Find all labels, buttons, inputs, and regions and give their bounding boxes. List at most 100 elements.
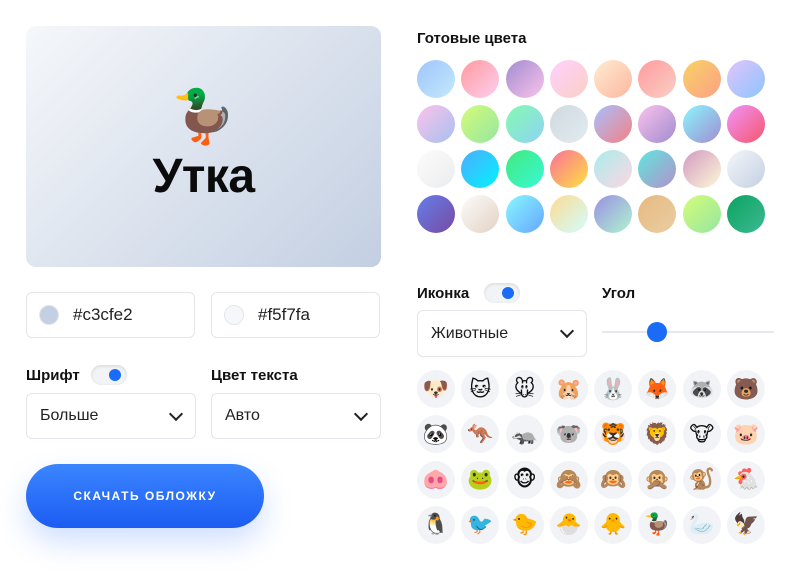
font-toggle[interactable] xyxy=(91,365,127,385)
icon-toggle[interactable] xyxy=(484,283,520,303)
gradient-swatch[interactable] xyxy=(682,195,721,233)
toggle-knob xyxy=(109,369,121,381)
preview-title: Утка xyxy=(152,150,255,203)
gradient-swatch[interactable] xyxy=(727,195,766,233)
gradient-swatch[interactable] xyxy=(417,105,455,143)
gradient-swatch[interactable] xyxy=(549,195,588,233)
animal-icon-button[interactable]: 🐶 xyxy=(417,370,455,408)
slider-thumb[interactable] xyxy=(647,322,668,342)
animal-icon-button[interactable]: 🦊 xyxy=(638,370,677,408)
animal-icon: 🦅 xyxy=(733,513,760,537)
animal-icon: 🐯 xyxy=(600,422,627,446)
color-swatch-2[interactable] xyxy=(224,305,244,325)
gradient-swatch[interactable] xyxy=(727,150,766,188)
color-input-1[interactable] xyxy=(71,304,185,326)
animal-icon-button[interactable]: 🐷 xyxy=(727,415,766,454)
animal-icon-button[interactable]: 🦁 xyxy=(638,415,677,454)
animal-icon-button[interactable]: 🙊 xyxy=(638,460,677,499)
animal-icon-button[interactable]: 🐰 xyxy=(594,370,633,408)
gradient-swatch[interactable] xyxy=(417,195,455,233)
gradient-swatch[interactable] xyxy=(638,105,677,143)
color-input-2[interactable] xyxy=(256,304,370,326)
animal-icon-button[interactable]: 🐒 xyxy=(682,460,721,499)
animal-icon: 🐻 xyxy=(733,377,760,401)
animal-icon-button[interactable]: 🙈 xyxy=(549,460,588,499)
animal-icon: 🦝 xyxy=(688,377,715,401)
gradient-swatch[interactable] xyxy=(461,60,500,98)
gradient-swatch[interactable] xyxy=(682,105,721,143)
color-field-1[interactable] xyxy=(26,292,195,338)
animal-icon-button[interactable]: 🐵 xyxy=(505,460,544,499)
animal-icon: 🐸 xyxy=(467,468,494,492)
animal-icon-button[interactable]: 🐔 xyxy=(727,460,766,499)
animal-icon-button[interactable]: 🐼 xyxy=(417,415,455,454)
animal-icon: 🦊 xyxy=(644,377,671,401)
animal-icon: 🙈 xyxy=(555,468,582,492)
gradient-swatch[interactable] xyxy=(594,150,633,188)
gradient-swatch[interactable] xyxy=(682,60,721,98)
animal-icon-button[interactable]: 🐹 xyxy=(549,370,588,408)
animal-icon-button[interactable]: 🐽 xyxy=(417,460,455,499)
animal-icon-button[interactable]: 🦝 xyxy=(682,370,721,408)
animal-icon-button[interactable]: 🦘 xyxy=(461,415,500,454)
animal-icon-button[interactable]: 🐻 xyxy=(727,370,766,408)
gradient-swatch[interactable] xyxy=(417,60,455,98)
animal-icon-button[interactable]: 🐨 xyxy=(549,415,588,454)
text-color-select[interactable]: Авто xyxy=(211,393,381,439)
gradient-swatch[interactable] xyxy=(638,60,677,98)
gradient-swatch[interactable] xyxy=(682,150,721,188)
icon-label: Иконка xyxy=(417,285,470,302)
animal-icon-button[interactable]: 🙉 xyxy=(594,460,633,499)
gradient-swatch[interactable] xyxy=(549,105,588,143)
animal-icon-button[interactable]: 🐸 xyxy=(461,460,500,499)
gradient-swatch[interactable] xyxy=(727,105,766,143)
animal-icon: 🐼 xyxy=(422,422,450,446)
gradient-swatch[interactable] xyxy=(461,105,500,143)
gradient-swatch[interactable] xyxy=(549,150,588,188)
animal-icon: 🐒 xyxy=(688,468,715,492)
chevron-down-icon xyxy=(559,323,575,339)
animal-icon-button[interactable]: 🐧 xyxy=(417,505,455,544)
chevron-down-icon xyxy=(168,406,184,421)
gradient-swatch[interactable] xyxy=(727,60,766,98)
gradient-swatch[interactable] xyxy=(417,150,455,188)
icon-category-select[interactable]: Животные xyxy=(417,310,587,357)
animal-icon-button[interactable]: 🦢 xyxy=(682,505,721,544)
animal-icon: 🙉 xyxy=(600,468,627,492)
animal-icon: 🐥 xyxy=(600,513,627,537)
gradient-swatch[interactable] xyxy=(638,195,677,233)
gradient-swatch[interactable] xyxy=(594,105,633,143)
gradient-swatch[interactable] xyxy=(505,60,544,98)
font-select[interactable]: Больше xyxy=(26,393,196,439)
download-cover-button[interactable]: СКАЧАТЬ ОБЛОЖКУ xyxy=(26,464,264,528)
animal-icon-button[interactable]: 🐤 xyxy=(505,505,544,544)
gradient-swatch[interactable] xyxy=(638,150,677,188)
animal-icon: 🙊 xyxy=(644,468,671,492)
gradient-swatch[interactable] xyxy=(505,150,544,188)
animal-icon-button[interactable]: 🦅 xyxy=(727,505,766,544)
animal-icon: 🐣 xyxy=(555,513,582,537)
animal-icon-button[interactable]: 🐱 xyxy=(461,370,500,408)
slider-track[interactable] xyxy=(602,331,774,333)
animal-icon-button[interactable]: 🦡 xyxy=(505,415,544,454)
gradient-swatch[interactable] xyxy=(505,105,544,143)
animal-icon: 🐰 xyxy=(600,377,627,401)
angle-slider[interactable] xyxy=(602,321,774,343)
animal-icon-button[interactable]: 🐥 xyxy=(594,505,633,544)
color-swatch-1[interactable] xyxy=(39,305,59,325)
animal-icon-button[interactable]: 🐭 xyxy=(505,370,544,408)
gradient-swatch[interactable] xyxy=(594,195,633,233)
gradient-swatch[interactable] xyxy=(461,150,500,188)
animal-icon-button[interactable]: 🐣 xyxy=(549,505,588,544)
gradient-swatch[interactable] xyxy=(505,195,544,233)
color-field-2[interactable] xyxy=(211,292,380,338)
text-color-label: Цвет текста xyxy=(211,367,298,384)
animal-icon-button[interactable]: 🐮 xyxy=(682,415,721,454)
gradient-swatch[interactable] xyxy=(594,60,633,98)
animal-icon-button[interactable]: 🐦 xyxy=(461,505,500,544)
animal-icon: 🐤 xyxy=(511,513,538,537)
animal-icon-button[interactable]: 🐯 xyxy=(594,415,633,454)
gradient-swatch[interactable] xyxy=(549,60,588,98)
animal-icon-button[interactable]: 🦆 xyxy=(638,505,677,544)
gradient-swatch[interactable] xyxy=(461,195,500,233)
